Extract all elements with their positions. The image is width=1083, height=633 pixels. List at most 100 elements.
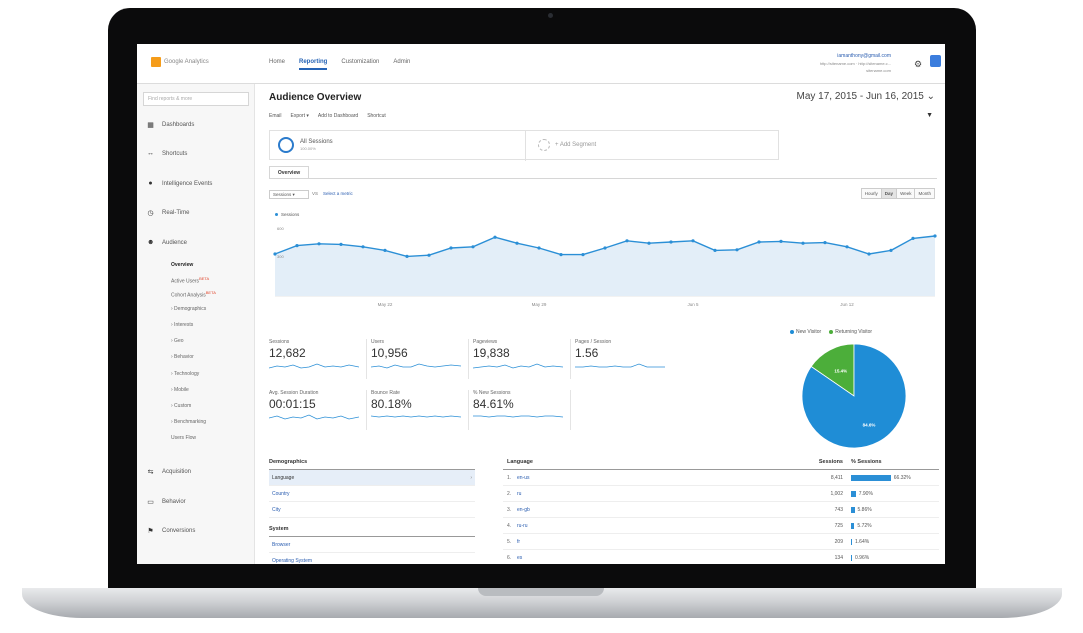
- laptop-notch: [478, 588, 604, 596]
- table-row[interactable]: 6. es 134 0.96%: [503, 550, 939, 564]
- sidebar-item-acquisition[interactable]: ⇆ Acquisition: [147, 468, 191, 476]
- row-language-link[interactable]: ru: [517, 491, 807, 497]
- row-pct-bar: [851, 522, 855, 529]
- row-language-link[interactable]: ru-ru: [517, 523, 807, 529]
- row-pct-text: 7.90%: [858, 490, 873, 497]
- email-button[interactable]: Email: [269, 113, 282, 119]
- demographics-row-country[interactable]: Country: [269, 486, 475, 502]
- shortcut-button[interactable]: Shortcut: [367, 113, 386, 119]
- sidebar-sub-cohort[interactable]: Cohort AnalysisBETA: [171, 290, 216, 299]
- beta-badge: BETA: [199, 276, 210, 281]
- hat-icon[interactable]: ▼: [926, 112, 933, 119]
- sidebar-item-label: Audience: [162, 239, 188, 246]
- logo[interactable]: Google Analytics: [151, 57, 209, 67]
- table-row[interactable]: 5. fr 209 1.64%: [503, 534, 939, 550]
- search-input[interactable]: Find reports & more: [143, 92, 249, 106]
- sidebar-sub-behavior[interactable]: › Behavior: [171, 354, 194, 360]
- nav-home[interactable]: Home: [269, 59, 285, 70]
- add-to-dashboard-button[interactable]: Add to Dashboard: [318, 113, 358, 119]
- sidebar-sub-geo[interactable]: › Geo: [171, 338, 184, 344]
- tab-underline: [269, 178, 937, 179]
- row-language-link[interactable]: en-gb: [517, 507, 807, 513]
- nav-admin[interactable]: Admin: [393, 59, 410, 70]
- table-row[interactable]: 3. en-gb 743 5.86%: [503, 502, 939, 518]
- sidebar-sub-benchmarking[interactable]: › Benchmarking: [171, 419, 206, 425]
- sidebar-sub-technology[interactable]: › Technology: [171, 371, 199, 377]
- notifications-icon[interactable]: [930, 55, 941, 67]
- granularity-hourly[interactable]: Hourly: [860, 188, 882, 199]
- row-pct-cell: 66.32%: [847, 474, 939, 481]
- sessions-point: [845, 245, 849, 249]
- sidebar-item-label: Real-Time: [162, 210, 190, 216]
- select-metric-link[interactable]: Select a metric: [323, 191, 353, 196]
- sidebar-item-dashboards[interactable]: ▦ Dashboards: [147, 121, 194, 129]
- sessions-point: [889, 248, 893, 252]
- kpi-label: Sessions: [269, 339, 290, 345]
- account-subsite: sitename.com: [866, 68, 891, 73]
- table-row[interactable]: 4. ru-ru 725 5.72%: [503, 518, 939, 534]
- row-language-link[interactable]: fr: [517, 539, 807, 545]
- kpi-users: Users 10,956: [370, 339, 469, 379]
- row-pct-bar: [851, 474, 891, 481]
- granularity-day[interactable]: Day: [880, 188, 898, 199]
- row-language-link[interactable]: en-us: [517, 475, 807, 481]
- row-pct-bar: [851, 538, 852, 545]
- sidebar-sub-users-flow[interactable]: Users Flow: [171, 435, 196, 441]
- sidebar: Find reports & more ▦ Dashboards ↔ Shortcu…: [137, 84, 255, 564]
- app-header: Google Analytics Home Reporting Customiz…: [137, 44, 945, 84]
- granularity-month[interactable]: Month: [914, 188, 935, 199]
- sessions-point: [867, 252, 871, 256]
- kpi-label: % New Sessions: [473, 390, 511, 396]
- sessions-point: [603, 246, 607, 250]
- sidebar-item-audience[interactable]: ☻ Audience: [147, 239, 187, 246]
- row-pct-cell: 0.96%: [847, 554, 939, 561]
- sidebar-sub-active-users[interactable]: Active UsersBETA: [171, 276, 209, 285]
- date-range-picker[interactable]: May 17, 2015 - Jun 16, 2015 ⌄: [797, 91, 935, 102]
- lightbulb-icon: ●: [148, 180, 153, 187]
- sessions-point: [493, 235, 497, 239]
- export-button[interactable]: Export ▾: [291, 113, 309, 119]
- granularity-week[interactable]: Week: [896, 188, 916, 199]
- sidebar-item-intelligence[interactable]: ● Intelligence Events: [147, 180, 212, 187]
- system-row-os[interactable]: Operating System: [269, 553, 475, 564]
- demographics-row-city[interactable]: City: [269, 502, 475, 518]
- sidebar-item-label: Shortcuts: [162, 150, 188, 157]
- sidebar-item-shortcuts[interactable]: ↔ Shortcuts: [147, 150, 187, 157]
- row-pct-cell: 7.90%: [847, 490, 939, 497]
- metric-select[interactable]: Sessions ▾: [269, 190, 309, 199]
- row-pct-bar: [851, 506, 855, 513]
- account-switcher[interactable]: iamanthony@gmail.com http://sitename.com…: [773, 53, 891, 74]
- sidebar-sub-interests[interactable]: › Interests: [171, 322, 193, 328]
- sidebar-item-behavior[interactable]: ▭ Behavior: [147, 498, 186, 506]
- sidebar-item-label: Conversions: [162, 528, 196, 534]
- people-icon: ☻: [147, 239, 155, 246]
- segment-label: All Sessions: [300, 139, 333, 145]
- sidebar-item-conversions[interactable]: ⚑ Conversions: [147, 527, 195, 535]
- nav-reporting[interactable]: Reporting: [299, 59, 328, 70]
- row-language-link[interactable]: es: [517, 555, 807, 561]
- row-label: Language: [272, 475, 295, 481]
- sidebar-sub-demographics[interactable]: › Demographics: [171, 306, 206, 312]
- nav-customization[interactable]: Customization: [341, 59, 379, 70]
- chevron-down-icon: ⌄: [926, 91, 935, 102]
- y-tick-label: 600: [277, 226, 284, 231]
- system-row-browser[interactable]: Browser: [269, 537, 475, 553]
- add-segment-button[interactable]: + Add Segment: [538, 139, 596, 151]
- table-row[interactable]: 2. ru 1,002 7.90%: [503, 486, 939, 502]
- sessions-point: [779, 239, 783, 243]
- kpi-value: 80.18%: [371, 397, 412, 411]
- segment-percent: 100.00%: [300, 146, 316, 151]
- sidebar-sub-mobile[interactable]: › Mobile: [171, 387, 189, 393]
- table-row[interactable]: 1. en-us 8,411 66.32%: [503, 470, 939, 486]
- sidebar-item-realtime[interactable]: ◷ Real-Time: [147, 209, 189, 217]
- gear-icon[interactable]: ⚙: [914, 59, 922, 70]
- row-number: 4.: [507, 522, 512, 529]
- sidebar-sub-custom[interactable]: › Custom: [171, 403, 191, 409]
- kpi-value: 19,838: [473, 346, 510, 360]
- vs-label: VS: [312, 191, 319, 196]
- segment-all-sessions[interactable]: All Sessions 100.00%: [278, 137, 333, 153]
- col-pct-sessions: % Sessions: [851, 459, 882, 465]
- row-number: 6.: [507, 554, 512, 561]
- demographics-row-language[interactable]: Language ›: [269, 470, 475, 486]
- sidebar-sub-overview[interactable]: Overview: [171, 262, 193, 268]
